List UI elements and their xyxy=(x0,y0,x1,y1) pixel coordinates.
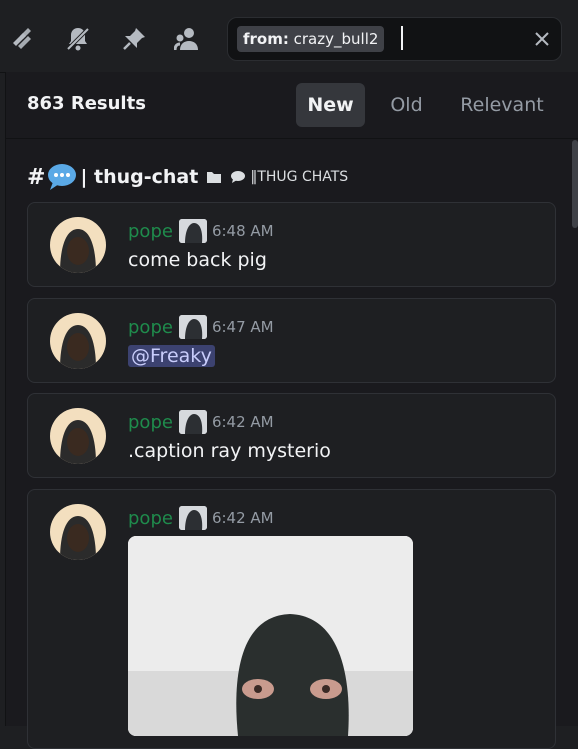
channel-hash-icon: # xyxy=(27,164,46,190)
author-name[interactable]: pope xyxy=(128,508,173,529)
channel-toolbar: from: crazy_bull2 xyxy=(0,0,578,73)
results-header: 863 Results New Old Relevant xyxy=(6,72,578,139)
author-name[interactable]: pope xyxy=(128,221,173,242)
chat-bubble-icon xyxy=(231,171,246,183)
tab-old[interactable]: Old xyxy=(375,83,438,127)
search-input[interactable]: from: crazy_bull2 xyxy=(227,17,562,61)
search-result-message[interactable]: pope 6:47 AM @Freaky xyxy=(27,298,556,383)
search-result-message[interactable]: pope 6:48 AM come back pig xyxy=(27,202,556,287)
results-count: 863 Results xyxy=(27,93,146,114)
speech-bubble-icon xyxy=(48,164,77,190)
message-header: pope 6:42 AM xyxy=(128,410,274,434)
image-attachment[interactable] xyxy=(128,536,413,736)
user-mention[interactable]: @Freaky xyxy=(128,345,215,367)
role-badge-icon xyxy=(178,315,207,339)
mute-notifications-icon[interactable] xyxy=(63,24,93,54)
timestamp: 6:42 AM xyxy=(211,413,274,431)
members-icon[interactable] xyxy=(173,24,203,54)
pin-icon[interactable] xyxy=(119,24,149,54)
results-scrollbar[interactable] xyxy=(571,140,578,726)
tab-relevant[interactable]: Relevant xyxy=(452,83,552,127)
role-badge-icon xyxy=(178,506,207,530)
role-badge-icon xyxy=(178,410,207,434)
search-result-message[interactable]: pope 6:42 AM .caption ray mysterio xyxy=(27,393,556,478)
search-result-message[interactable]: pope 6:42 AM xyxy=(27,489,556,749)
channel-heading[interactable]: # | thug-chat ‖THUG CHATS xyxy=(27,162,348,192)
timestamp: 6:48 AM xyxy=(211,222,274,240)
folder-icon xyxy=(207,172,222,183)
tab-new[interactable]: New xyxy=(296,83,365,127)
clear-icon[interactable] xyxy=(531,28,553,50)
avatar[interactable] xyxy=(50,217,106,273)
message-header: pope 6:48 AM xyxy=(128,219,274,243)
filter-value: crazy_bull2 xyxy=(293,30,379,48)
timestamp: 6:47 AM xyxy=(211,318,274,336)
channel-name: | thug-chat xyxy=(80,166,199,188)
message-header: pope 6:42 AM xyxy=(128,506,274,530)
channel-category: ‖THUG CHATS xyxy=(250,169,349,185)
avatar[interactable] xyxy=(50,313,106,369)
message-text: @Freaky xyxy=(128,345,215,367)
message-text: come back pig xyxy=(128,249,267,271)
timestamp: 6:42 AM xyxy=(211,509,274,527)
search-results-panel: 863 Results New Old Relevant # | thug-ch… xyxy=(5,72,578,749)
message-header: pope 6:47 AM xyxy=(128,315,274,339)
filter-key: from: xyxy=(243,30,289,48)
text-caret xyxy=(401,26,403,50)
author-name[interactable]: pope xyxy=(128,412,173,433)
author-name[interactable]: pope xyxy=(128,317,173,338)
avatar[interactable] xyxy=(50,504,106,560)
threads-icon[interactable] xyxy=(8,24,38,54)
search-filter-chip[interactable]: from: crazy_bull2 xyxy=(237,26,385,52)
scrollbar-thumb[interactable] xyxy=(572,140,578,228)
message-text: .caption ray mysterio xyxy=(128,440,331,462)
role-badge-icon xyxy=(178,219,207,243)
avatar[interactable] xyxy=(50,408,106,464)
